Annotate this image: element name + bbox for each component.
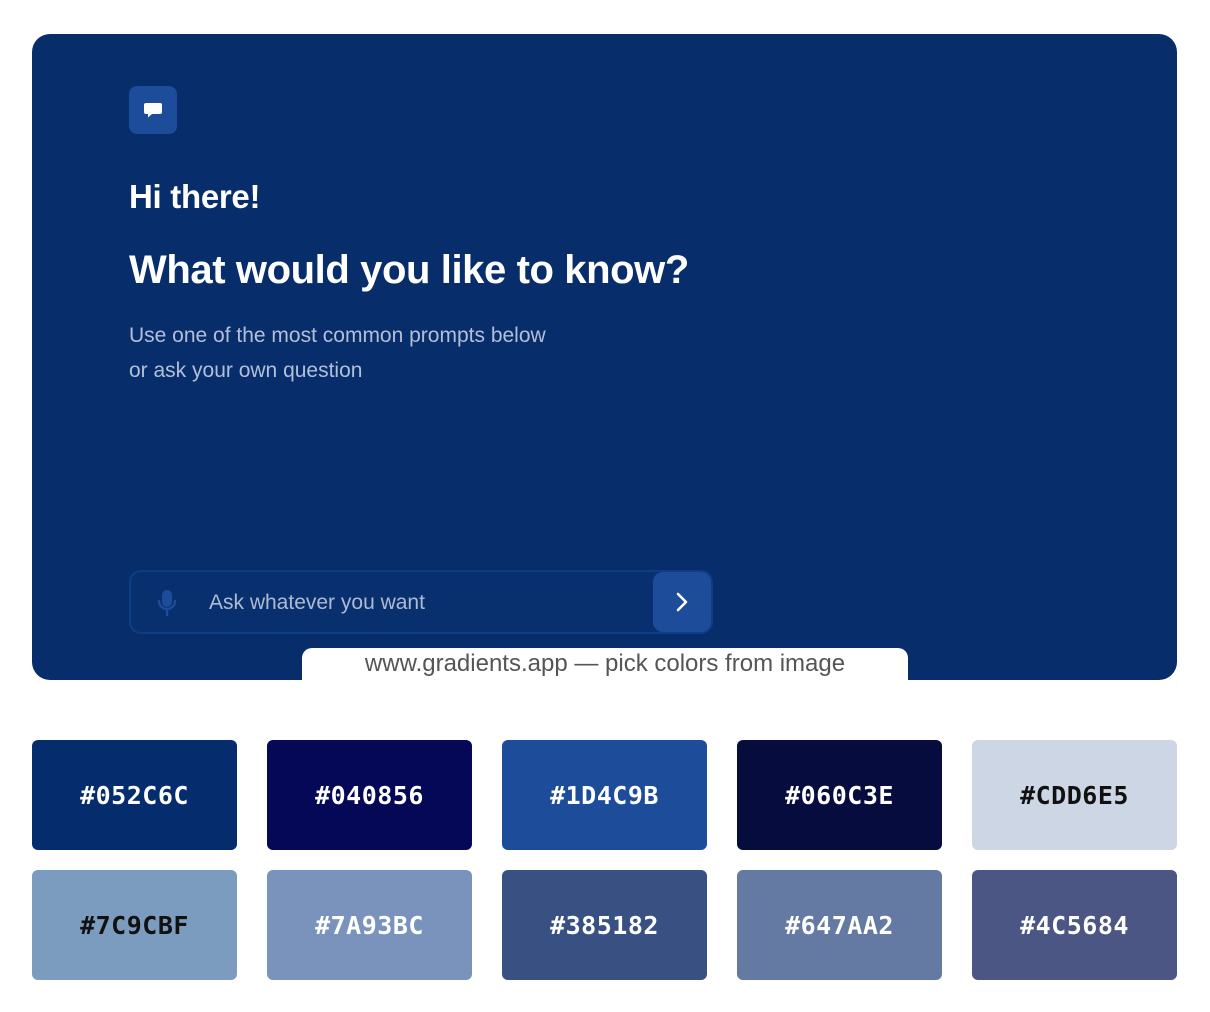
color-swatch[interactable]: #7A93BC — [267, 870, 472, 980]
send-button[interactable] — [653, 572, 711, 632]
greeting-title: Hi there! — [129, 178, 261, 215]
prompt-hint-line: or ask your own question — [129, 359, 363, 382]
microphone-icon[interactable] — [157, 589, 177, 622]
color-swatch[interactable]: #647AA2 — [737, 870, 942, 980]
chat-bubble-icon — [144, 103, 162, 118]
color-swatch[interactable]: #4C5684 — [972, 870, 1177, 980]
chat-preview-card: Hi there! What would you like to know? U… — [32, 34, 1177, 680]
color-swatch[interactable]: #040856 — [267, 740, 472, 850]
color-swatch[interactable]: #CDD6E5 — [972, 740, 1177, 850]
color-swatch[interactable]: #052C6C — [32, 740, 237, 850]
ask-input-bar — [129, 570, 713, 634]
chat-badge — [129, 86, 177, 134]
prompt-hint: Use one of the most common prompts below… — [129, 318, 689, 388]
color-swatch[interactable]: #7C9CBF — [32, 870, 237, 980]
color-swatch[interactable]: #385182 — [502, 870, 707, 980]
ask-input[interactable] — [207, 584, 631, 622]
color-swatch[interactable]: #1D4C9B — [502, 740, 707, 850]
prompt-hint-line: Use one of the most common prompts below — [129, 324, 546, 347]
page-headline: What would you like to know? — [129, 248, 689, 292]
watermark-label: www.gradients.app — pick colors from ima… — [302, 648, 908, 680]
color-palette: #052C6C #040856 #1D4C9B #060C3E #CDD6E5 … — [32, 740, 1177, 980]
color-swatch[interactable]: #060C3E — [737, 740, 942, 850]
chevron-right-icon — [676, 592, 688, 612]
